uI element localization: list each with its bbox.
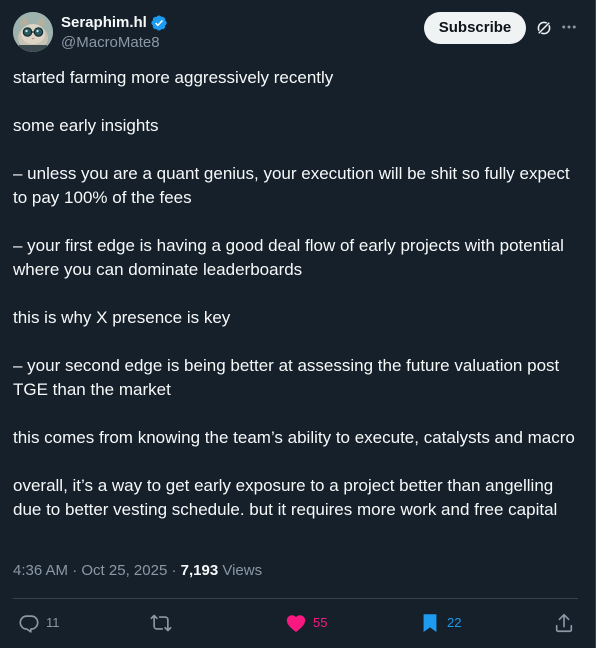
avatar[interactable] [13, 12, 53, 52]
grok-icon[interactable] [535, 19, 553, 37]
handle[interactable]: @MacroMate8 [61, 33, 168, 53]
views-label[interactable]: Views [222, 562, 262, 579]
tweet-paragraph: this is why X presence is key [13, 308, 231, 327]
tweet-paragraph: some early insights [13, 116, 159, 135]
like-button[interactable]: 55 [285, 608, 327, 638]
subscribe-button[interactable]: Subscribe [424, 12, 526, 44]
divider [13, 598, 578, 599]
tweet-paragraph: – your second edge is being better at as… [13, 356, 564, 399]
like-count: 55 [313, 615, 328, 630]
tweet-paragraph: overall, it’s a way to get early exposur… [13, 476, 558, 519]
repost-icon [150, 614, 172, 632]
reply-icon [19, 615, 39, 633]
action-bar: 11 55 22 [0, 608, 595, 638]
bookmark-count: 22 [447, 615, 462, 630]
share-button[interactable] [553, 608, 575, 638]
more-icon[interactable] [560, 18, 578, 36]
tweet-header: Seraphim.hl @MacroMate8 Subscribe [13, 12, 595, 54]
tweet-line-break [13, 330, 583, 354]
bookmark-icon [423, 614, 437, 632]
verified-badge-icon [151, 15, 167, 31]
repost-button[interactable] [150, 608, 178, 638]
reply-count: 11 [46, 615, 60, 630]
tweet-line-break [13, 402, 583, 426]
meta-separator: · [72, 562, 78, 579]
display-name[interactable]: Seraphim.hl [61, 13, 147, 33]
tweet-meta: 4:36 AM · Oct 25, 2025 · 7,193 Views [13, 561, 262, 581]
display-name-row[interactable]: Seraphim.hl [61, 13, 168, 33]
tweet: Seraphim.hl @MacroMate8 Subscribe starte… [0, 0, 596, 648]
tweet-text: started farming more aggressively recent… [13, 66, 583, 522]
tweet-line-break [13, 90, 583, 114]
tweet-line-break [13, 450, 583, 474]
tweet-paragraph: this comes from knowing the team’s abili… [13, 428, 575, 447]
tweet-line-break [13, 210, 583, 234]
tweet-paragraph: – unless you are a quant genius, your ex… [13, 164, 575, 207]
tweet-paragraph: – your first edge is having a good deal … [13, 236, 569, 279]
tweet-paragraph: started farming more aggressively recent… [13, 68, 334, 87]
user-info[interactable]: Seraphim.hl @MacroMate8 [61, 13, 168, 53]
share-icon [555, 613, 573, 633]
cat-avatar-icon [13, 12, 53, 52]
meta-separator: · [171, 562, 177, 579]
views-count[interactable]: 7,193 [181, 562, 219, 579]
heart-icon [286, 615, 306, 632]
bookmark-button[interactable]: 22 [419, 608, 461, 638]
reply-button[interactable]: 11 [18, 608, 60, 638]
tweet-line-break [13, 138, 583, 162]
tweet-time[interactable]: 4:36 AM [13, 562, 68, 579]
tweet-line-break [13, 282, 583, 306]
tweet-date[interactable]: Oct 25, 2025 [81, 562, 167, 579]
